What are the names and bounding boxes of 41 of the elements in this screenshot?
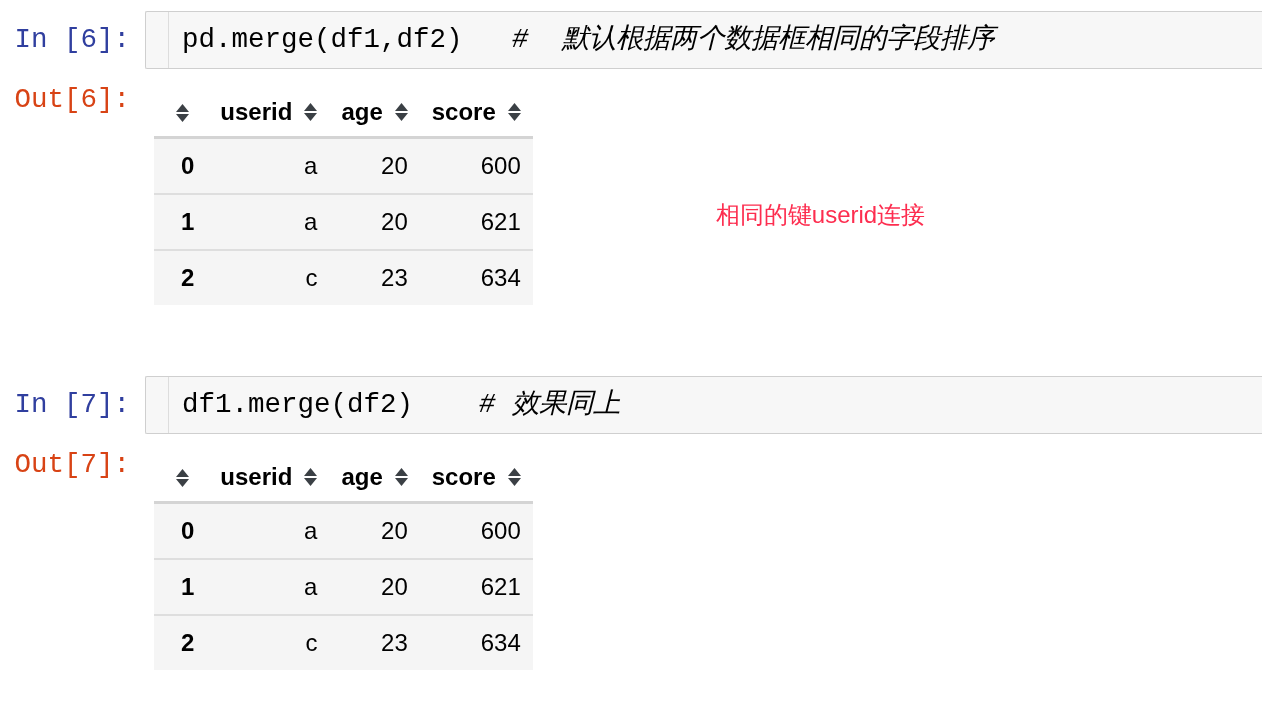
input-prompt: In [6]: (13, 26, 131, 54)
row-index: 2 (154, 615, 209, 670)
sort-icon[interactable] (394, 102, 408, 121)
input-prompt: In [7]: (13, 391, 131, 419)
row-index: 2 (154, 250, 209, 305)
code-line: pd.merge(df1,df2) # 默认根据两个数据框相同的字段排序 (182, 22, 1006, 58)
code-line: df1.merge(df2) # 效果同上 (182, 388, 622, 422)
table-cell: c (208, 615, 330, 670)
sort-icon[interactable] (304, 102, 318, 121)
table-cell: 621 (419, 194, 533, 250)
sort-icon[interactable] (176, 468, 189, 487)
output-prompt: Out[7]: (13, 451, 131, 479)
table-cell: 621 (419, 559, 533, 615)
table-cell: 634 (419, 250, 533, 305)
sort-icon[interactable] (176, 103, 189, 122)
table-cell: 600 (419, 137, 533, 194)
table-cell: a (208, 137, 330, 194)
table-cell: 20 (329, 559, 420, 615)
row-index: 0 (154, 502, 209, 559)
code-input-field[interactable]: df1.merge(df2) # 效果同上 (145, 376, 1262, 434)
row-index: 1 (154, 559, 209, 615)
sort-icon[interactable] (394, 467, 408, 486)
table-cell: 600 (419, 502, 533, 559)
sort-icon[interactable] (304, 467, 318, 486)
annotation-text: 相同的键userid连接 (715, 200, 926, 230)
table-cell: c (208, 250, 330, 305)
table-cell: 20 (329, 137, 420, 194)
table-cell: 23 (329, 615, 420, 670)
table-cell: 634 (419, 615, 533, 670)
table-cell: a (208, 559, 330, 615)
table-cell: 20 (329, 194, 420, 250)
table-cell: a (208, 502, 330, 559)
row-index: 0 (154, 137, 209, 194)
row-index: 1 (154, 194, 209, 250)
table-cell: a (208, 194, 330, 250)
table-cell: 23 (329, 250, 420, 305)
sort-icon[interactable] (507, 102, 521, 121)
code-input-field[interactable]: pd.merge(df1,df2) # 默认根据两个数据框相同的字段排序 (145, 11, 1262, 69)
output-prompt: Out[6]: (13, 86, 131, 114)
sort-icon[interactable] (507, 467, 521, 486)
table-cell: 20 (329, 502, 420, 559)
